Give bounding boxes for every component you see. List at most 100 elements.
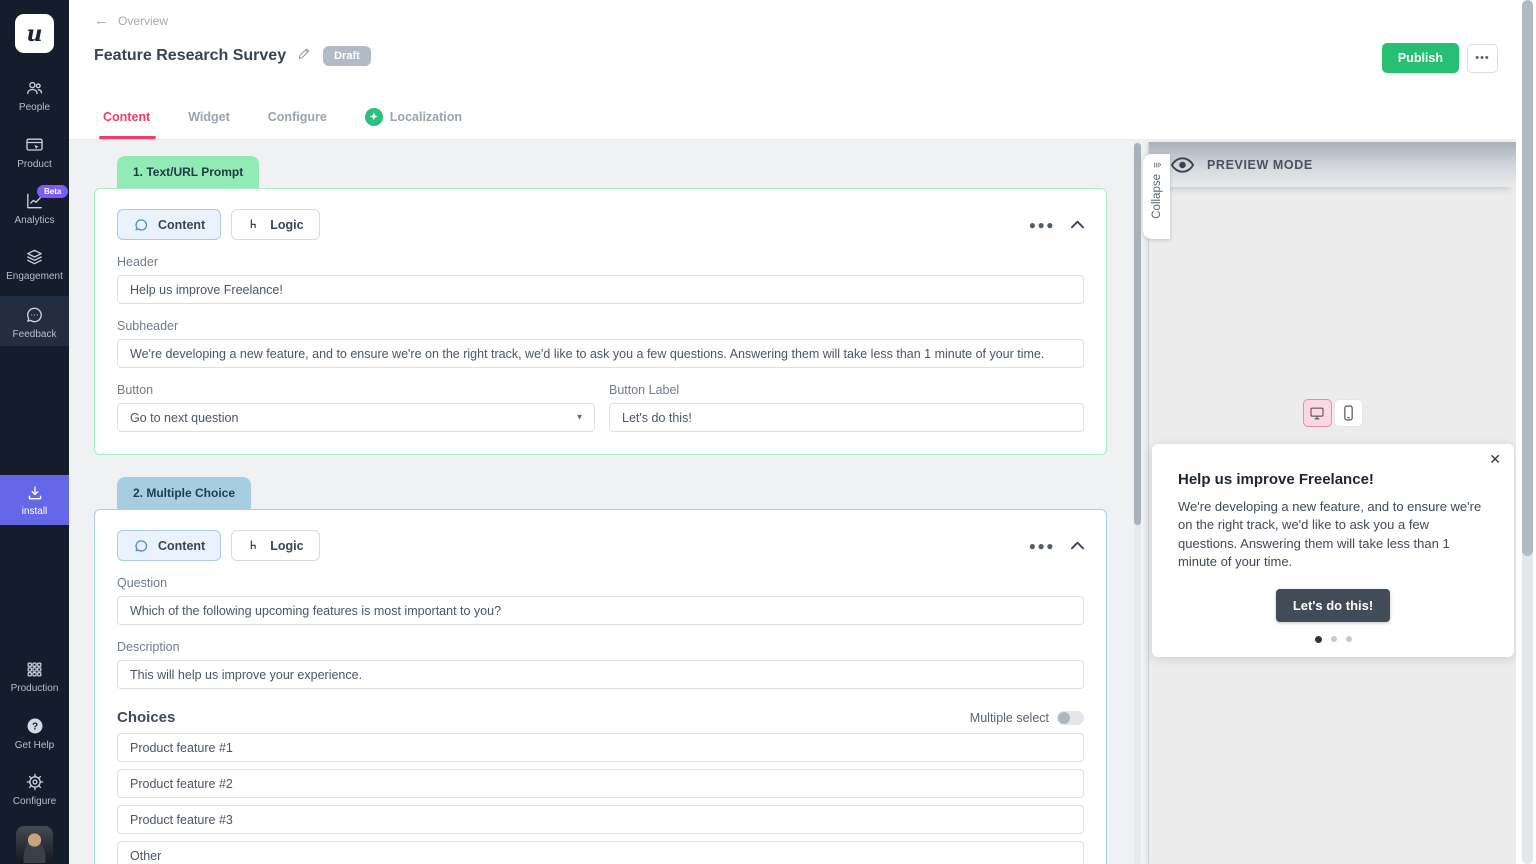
button-action-select[interactable]: Go to next question ▾ — [117, 403, 595, 432]
sidebar-item-analytics[interactable]: Beta Analytics — [0, 191, 69, 226]
tab-configure[interactable]: Configure — [268, 101, 327, 139]
section-2-card: Content Logic ●●● Question — [94, 509, 1107, 864]
pagination-dot-3[interactable] — [1346, 636, 1352, 642]
main-column: ← Overview Feature Research Survey Draft… — [69, 0, 1536, 864]
header-field-label: Header — [117, 255, 1084, 269]
toggle-knob — [1058, 712, 1070, 724]
question-input[interactable] — [117, 596, 1084, 625]
status-badge: Draft — [323, 46, 371, 66]
pagination-dot-2[interactable] — [1331, 636, 1337, 642]
top-bar: ← Overview Feature Research Survey Draft… — [69, 0, 1536, 140]
mobile-preview-button[interactable] — [1334, 399, 1363, 427]
section-2-logic-tab[interactable]: Logic — [231, 530, 319, 561]
description-input[interactable] — [117, 660, 1084, 689]
section-2-more-icon[interactable]: ●●● — [1029, 539, 1055, 553]
back-arrow-icon: ← — [94, 13, 109, 28]
logic-branch-icon — [247, 538, 262, 554]
survey-preview-card: ✕ Help us improve Freelance! We're devel… — [1152, 444, 1514, 657]
grid-icon — [25, 660, 44, 679]
mobile-icon — [1343, 405, 1354, 421]
back-link[interactable]: ← Overview — [94, 13, 168, 28]
title-row: Feature Research Survey Draft — [94, 46, 371, 66]
sidebar: u People Product Beta Analytics Engageme… — [0, 0, 69, 864]
desktop-preview-button[interactable] — [1303, 399, 1332, 427]
tab-widget[interactable]: Widget — [188, 101, 230, 139]
preview-panel: ≡› Collapse PREVIEW MODE ✕ — [1148, 142, 1516, 864]
multiple-select-toggle[interactable] — [1057, 711, 1084, 725]
speech-bubble-icon — [133, 217, 150, 233]
eye-icon — [1171, 157, 1194, 173]
gear-icon — [25, 772, 45, 792]
user-avatar[interactable] — [16, 826, 53, 863]
button-label-field-label: Button Label — [609, 383, 1084, 397]
section-2: 2. Multiple Choice Content Logic — [94, 477, 1136, 864]
preview-mode-label: PREVIEW MODE — [1207, 158, 1313, 172]
sidebar-item-install[interactable]: install — [0, 475, 69, 525]
choice-input-other[interactable] — [117, 841, 1084, 864]
close-icon[interactable]: ✕ — [1489, 451, 1501, 468]
beta-badge: Beta — [37, 185, 68, 198]
download-icon — [25, 484, 45, 503]
choice-row — [117, 841, 1084, 864]
svg-text:?: ? — [31, 722, 37, 733]
feedback-icon — [24, 305, 45, 325]
main-tabs: Content Widget Configure ✦ Localization — [103, 101, 462, 139]
sidebar-item-feedback[interactable]: Feedback — [0, 296, 69, 346]
choice-input-2[interactable] — [117, 769, 1084, 798]
work-zone: 1. Text/URL Prompt Content Logic — [69, 140, 1536, 864]
section-1-logic-tab[interactable]: Logic — [231, 209, 319, 240]
survey-canvas: 1. Text/URL Prompt Content Logic — [69, 140, 1136, 864]
section-1: 1. Text/URL Prompt Content Logic — [94, 156, 1136, 455]
section-1-badge[interactable]: 1. Text/URL Prompt — [117, 156, 259, 188]
more-options-button[interactable]: ••• — [1467, 44, 1498, 73]
tab-content[interactable]: Content — [103, 101, 150, 139]
sidebar-item-production[interactable]: Production — [0, 660, 69, 694]
people-icon — [24, 78, 45, 98]
page-scrollbar-thumb[interactable] — [1522, 0, 1533, 556]
section-2-badge[interactable]: 2. Multiple Choice — [117, 477, 251, 509]
help-icon: ? — [25, 716, 45, 736]
page-title: Feature Research Survey — [94, 47, 286, 65]
product-icon — [24, 135, 45, 155]
back-label: Overview — [118, 14, 168, 28]
section-2-content-tab[interactable]: Content — [117, 530, 221, 561]
choice-row — [117, 733, 1084, 762]
section-2-collapse-icon[interactable] — [1071, 537, 1084, 555]
section-1-content-tab[interactable]: Content — [117, 209, 221, 240]
canvas-scrollbar-thumb[interactable] — [1134, 143, 1141, 525]
choice-row — [117, 805, 1084, 834]
collapse-preview-button[interactable]: ≡› Collapse — [1143, 154, 1170, 239]
subheader-field-label: Subheader — [117, 319, 1084, 333]
topbar-actions: Publish ••• — [1382, 43, 1498, 73]
app-logo[interactable]: u — [15, 14, 54, 53]
button-field-label: Button — [117, 383, 595, 397]
section-1-collapse-icon[interactable] — [1071, 216, 1084, 234]
app-root: u People Product Beta Analytics Engageme… — [0, 0, 1536, 864]
choice-input-3[interactable] — [117, 805, 1084, 834]
desktop-icon — [1309, 406, 1325, 421]
preview-pagination-dots — [1178, 636, 1488, 643]
edit-title-icon[interactable] — [297, 46, 312, 66]
speech-bubble-icon — [133, 538, 150, 554]
section-1-card: Content Logic ●●● Header — [94, 188, 1107, 455]
engagement-icon — [24, 247, 45, 267]
sidebar-item-product[interactable]: Product — [0, 135, 69, 170]
publish-button[interactable]: Publish — [1382, 43, 1459, 73]
sidebar-item-people[interactable]: People — [0, 78, 69, 113]
preview-cta-button[interactable]: Let's do this! — [1276, 589, 1390, 622]
section-1-more-icon[interactable]: ●●● — [1029, 218, 1055, 232]
sidebar-item-configure[interactable]: Configure — [0, 772, 69, 807]
header-input[interactable] — [117, 275, 1084, 304]
button-label-input[interactable] — [609, 403, 1084, 432]
question-field-label: Question — [117, 576, 1084, 590]
tab-localization[interactable]: ✦ Localization — [365, 101, 462, 139]
subheader-input[interactable] — [117, 339, 1084, 368]
localization-icon: ✦ — [365, 108, 383, 126]
preview-card-title: Help us improve Freelance! — [1178, 471, 1488, 488]
logo-letter: u — [27, 21, 43, 47]
sidebar-item-engagement[interactable]: Engagement — [0, 247, 69, 282]
sidebar-item-get-help[interactable]: ? Get Help — [0, 716, 69, 751]
choice-input-1[interactable] — [117, 733, 1084, 762]
pagination-dot-1[interactable] — [1315, 636, 1322, 643]
preview-mode-header: PREVIEW MODE — [1149, 142, 1516, 187]
